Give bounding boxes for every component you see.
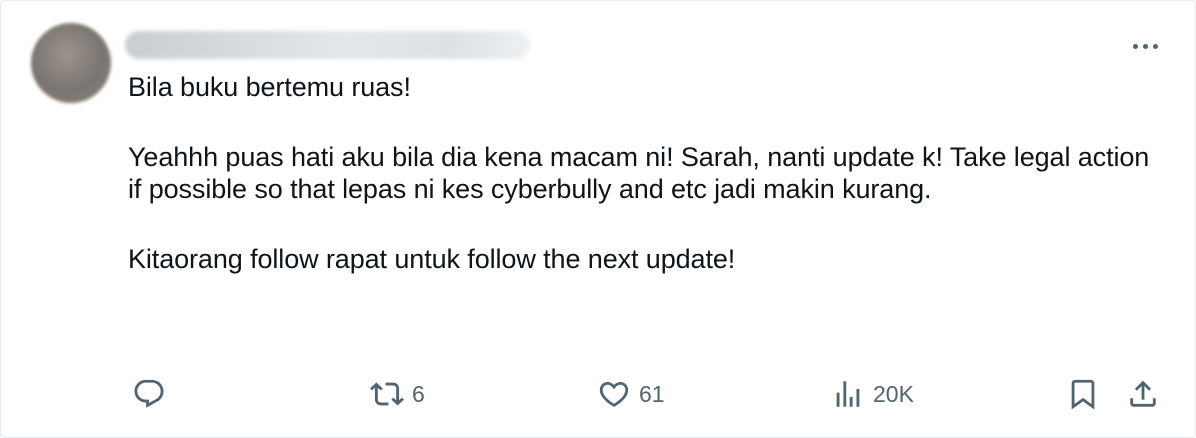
share-icon	[1130, 380, 1156, 407]
post-line: Yeahhh puas hati aku bila dia kena macam…	[128, 142, 1150, 204]
repost-button[interactable]: 6	[370, 371, 425, 417]
views-button[interactable]: 20K	[831, 371, 914, 417]
post-line: Kitaorang follow rapat untuk follow the …	[128, 244, 736, 274]
share-button[interactable]	[1126, 371, 1160, 417]
post-card: Bila buku bertemu ruas! Yeahhh puas hati…	[0, 0, 1196, 438]
post-text: Bila buku bertemu ruas! Yeahhh puas hati…	[128, 71, 1158, 275]
like-count: 61	[639, 380, 665, 407]
bookmark-button[interactable]	[1066, 371, 1100, 417]
dot-icon	[1152, 43, 1158, 49]
avatar[interactable]	[31, 23, 111, 103]
dot-icon	[1132, 43, 1138, 49]
dot-icon	[1142, 43, 1148, 49]
author-name-redacted[interactable]	[125, 31, 530, 59]
heart-icon	[599, 381, 629, 407]
repost-icon	[370, 382, 404, 406]
more-options-button[interactable]	[1122, 31, 1168, 61]
reply-icon	[134, 379, 164, 408]
views-icon	[836, 381, 860, 407]
views-count: 20K	[873, 380, 914, 407]
bookmark-icon	[1071, 379, 1095, 410]
like-button[interactable]: 61	[597, 371, 665, 417]
post-line: Bila buku bertemu ruas!	[128, 72, 411, 102]
action-bar: 6 61 20K	[1, 371, 1196, 417]
reply-button[interactable]	[132, 371, 166, 417]
repost-count: 6	[412, 380, 425, 407]
